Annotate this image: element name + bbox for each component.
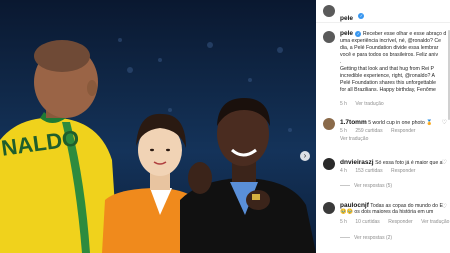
post-header: pele ✓ <box>316 0 450 23</box>
comment-text: 5 world cup in one photo 🏅 <box>368 120 433 126</box>
see-translation-link[interactable]: Ver tradução <box>340 136 368 142</box>
caption-text-7: Pelé Foundation shares this unforgettabl… <box>340 80 437 86</box>
caption-username[interactable]: pele <box>340 30 353 37</box>
comment-likes[interactable]: 153 curtidas <box>355 168 382 174</box>
avatar[interactable] <box>323 5 335 17</box>
comment-time: 5 h <box>340 219 347 225</box>
see-translation-link[interactable]: Ver tradução <box>421 219 449 225</box>
comment-username[interactable]: dnvieiraszj <box>340 159 374 166</box>
comment-avatar[interactable] <box>323 158 335 170</box>
comment-avatar[interactable] <box>323 202 335 214</box>
comment-username[interactable]: 1.7tomm <box>340 119 367 126</box>
photo-illustration: NALDO <box>0 38 316 253</box>
reply-link[interactable]: Responder <box>391 128 415 134</box>
caption-text-4: . <box>340 59 342 65</box>
caption-meta: 5 h Ver tradução <box>340 101 391 107</box>
comment-row: 1.7tomm 5 world cup in one photo 🏅 <box>340 119 433 127</box>
caption-line: pele ✓ Receber esse olhar e esse abraço … <box>340 30 446 38</box>
comment-text: Só essa foto já é maior que a <box>375 160 443 166</box>
verified-icon: ✓ <box>358 12 365 19</box>
caption-text-2: dia, a Pelé Foundation divide essa lembr… <box>340 45 439 51</box>
heart-icon[interactable]: ♡ <box>442 159 447 166</box>
comment-meta: 5 h 259 curtidas Responder <box>340 128 422 134</box>
post-header-user[interactable]: pele ✓ <box>340 7 365 25</box>
comment-likes[interactable]: 10 curtidas <box>355 219 379 225</box>
post-photo[interactable]: NALDO › <box>0 0 316 253</box>
caption-text-1: uma experiência incrível, né, @ronaldo? … <box>340 38 441 44</box>
caption-text-5: Getting that look and that hug from Rei … <box>340 66 435 72</box>
reply-link[interactable]: Responder <box>391 168 415 174</box>
verified-icon: ✓ <box>355 30 362 37</box>
post-side-panel: pele ✓ pele ✓ Receber esse olhar e esse … <box>316 0 450 253</box>
heart-icon[interactable]: ♡ <box>442 119 447 126</box>
caption-text-6: incredible experience, right, @ronaldo? … <box>340 73 435 79</box>
comment-avatar[interactable] <box>323 118 335 130</box>
comment-time: 5 h <box>340 128 347 134</box>
caption-text-0: Receber esse olhar e esse abraço d <box>362 31 447 37</box>
caption-time: 5 h <box>340 101 347 107</box>
comment-meta: 4 h 153 curtidas Responder <box>340 168 422 174</box>
comment-likes[interactable]: 259 curtidas <box>355 128 382 134</box>
caption-text-3: você e para todos os brasileiros. Feliz … <box>340 52 439 58</box>
chevron-right-icon[interactable]: › <box>300 151 310 161</box>
view-replies-link[interactable]: Ver respostas (5) <box>340 183 392 189</box>
heart-icon[interactable]: ♡ <box>442 203 447 210</box>
caption-block: pele ✓ Receber esse olhar e esse abraço … <box>340 30 446 94</box>
comment-row: dnvieiraszj Só essa foto já é maior que … <box>340 159 443 167</box>
comment-meta: 5 h 10 curtidas Responder Ver tradução <box>340 219 450 225</box>
comment-username[interactable]: paulocnjf <box>340 202 369 209</box>
view-replies-link[interactable]: Ver respostas (2) <box>340 235 392 241</box>
comment-text-line-2: 🥹🥹 os dois maiores da história em um <box>340 209 434 215</box>
comment-time: 4 h <box>340 168 347 174</box>
caption-text-8: for all Brazilians. Happy birthday, Fenô… <box>340 87 436 93</box>
reply-link[interactable]: Responder <box>388 219 412 225</box>
caption-avatar[interactable] <box>323 31 335 43</box>
username[interactable]: pele <box>340 15 353 22</box>
see-translation-link[interactable]: Ver tradução <box>355 101 383 107</box>
